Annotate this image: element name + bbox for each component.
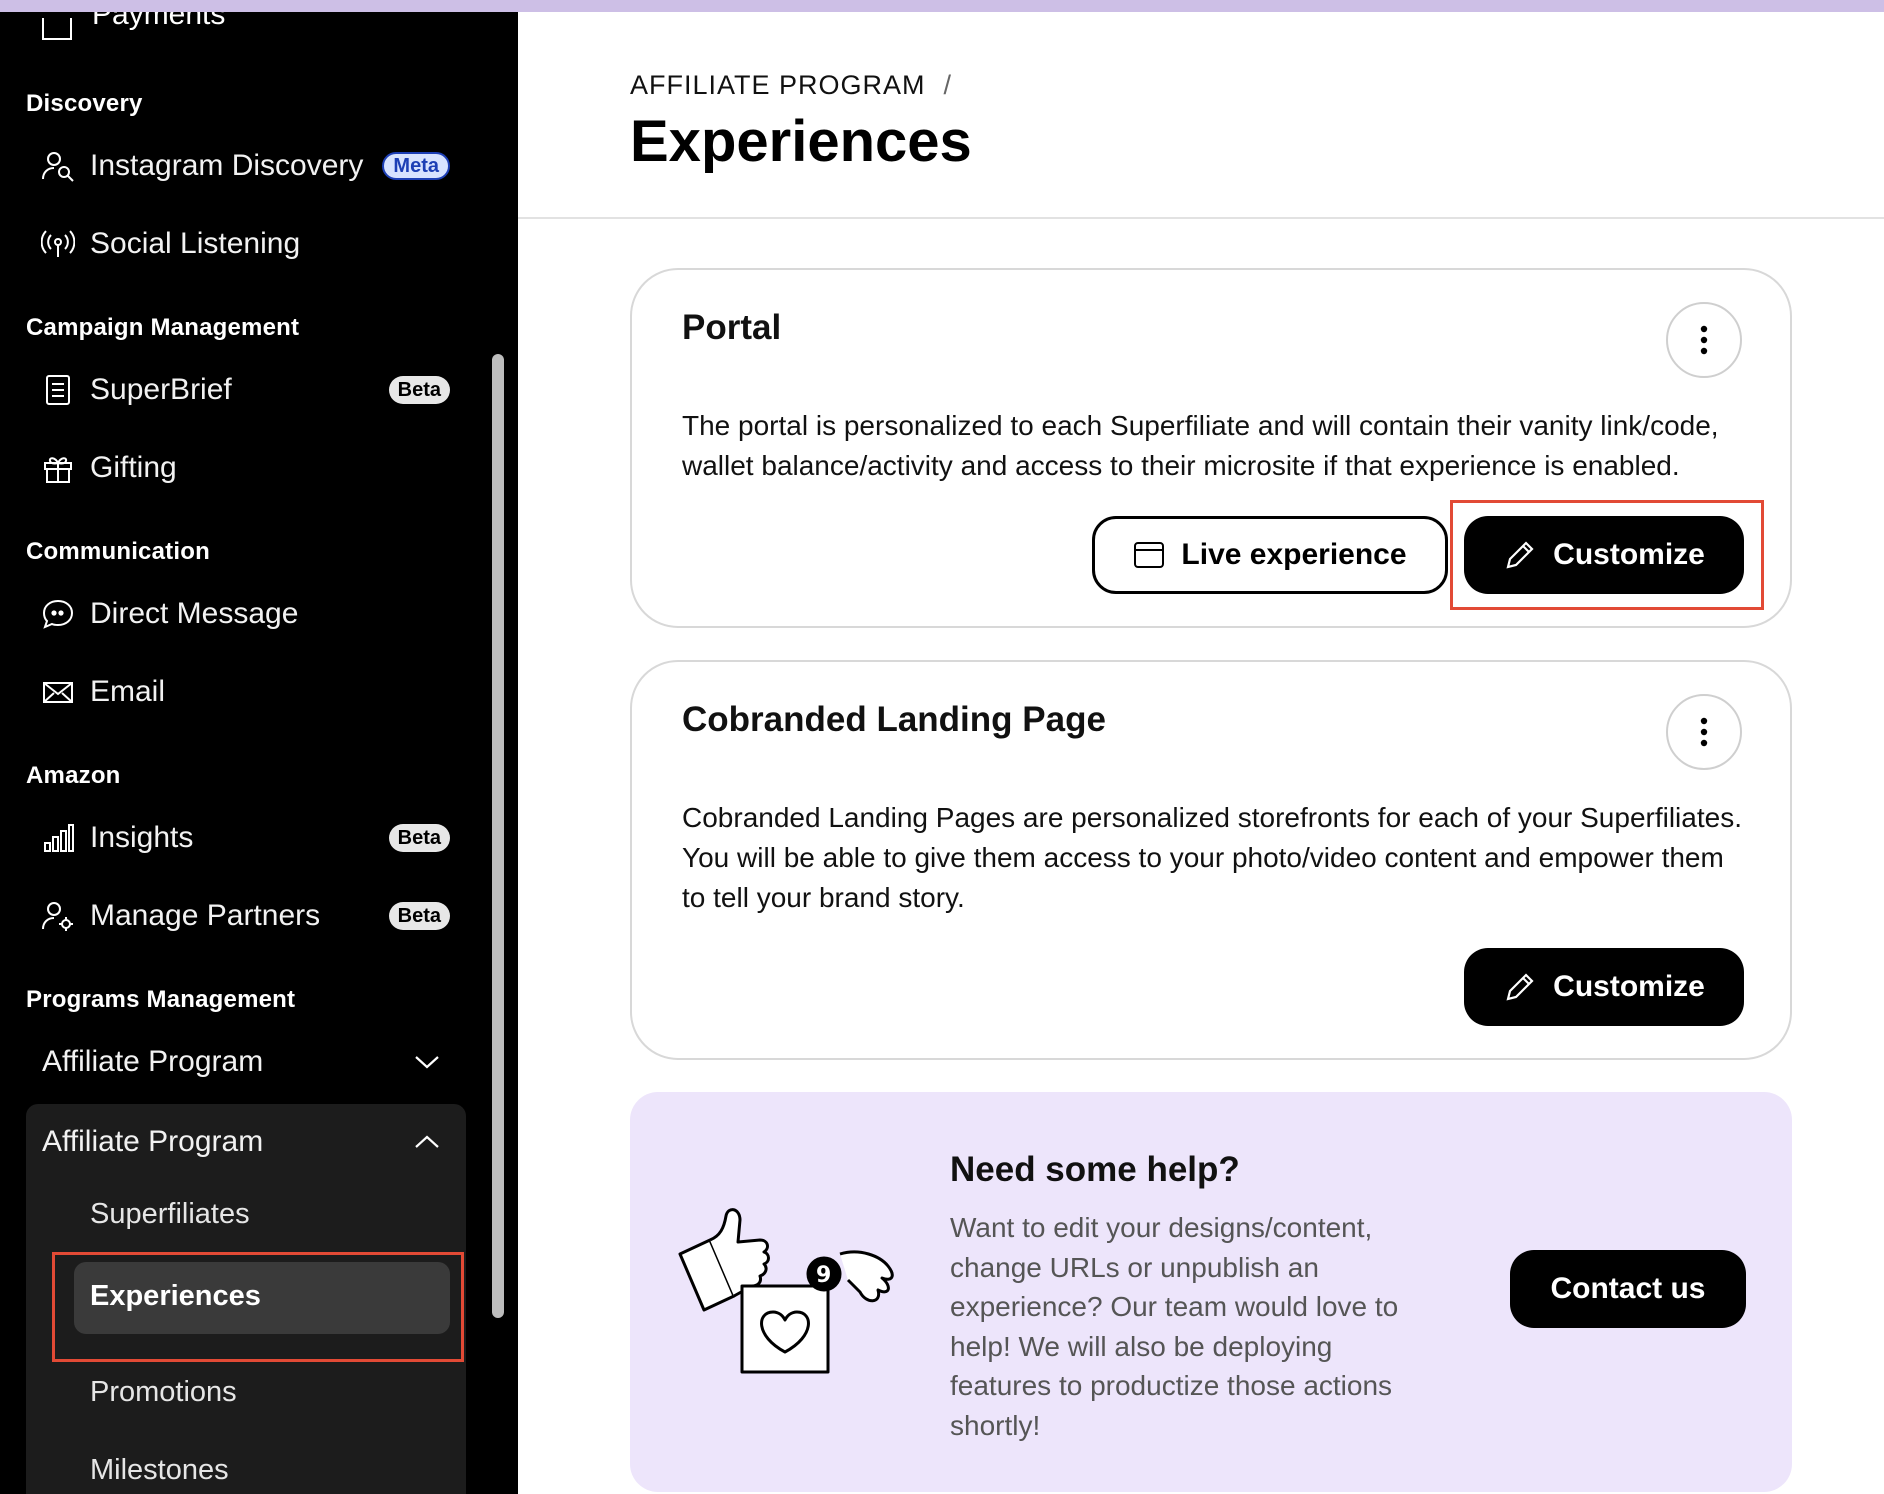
help-panel: 9 Need some help? Want to edit your desi…	[630, 1092, 1792, 1492]
browser-window-icon	[1134, 542, 1165, 568]
help-illustration-icon: 9	[678, 1208, 894, 1374]
broadcast-icon	[40, 226, 76, 262]
section-communication: Communication	[26, 538, 210, 565]
contact-us-button[interactable]: Contact us	[1510, 1250, 1746, 1328]
live-experience-button[interactable]: Live experience	[1092, 516, 1448, 594]
sidebar-item-payments[interactable]: Payments	[42, 12, 225, 40]
section-programs-management: Programs Management	[26, 986, 296, 1013]
sidebar-item-insights[interactable]: Insights Beta	[40, 814, 460, 862]
sidebar-subitem-promotions[interactable]: Promotions	[90, 1376, 237, 1409]
kebab-menu-icon	[1700, 325, 1708, 355]
header-divider	[518, 217, 1884, 219]
highlight-experiences	[52, 1252, 464, 1362]
sidebar-item-affiliate-program-collapsed[interactable]: Affiliate Program	[42, 1036, 462, 1088]
sidebar-item-manage-partners[interactable]: Manage Partners Beta	[40, 892, 460, 940]
bar-chart-icon	[40, 820, 76, 856]
chevron-down-icon	[415, 1056, 439, 1069]
breadcrumb-affiliate-program[interactable]: AFFILIATE PROGRAM	[630, 70, 926, 101]
sidebar-subitem-superfiliates[interactable]: Superfiliates	[90, 1198, 250, 1231]
sidebar-item-affiliate-program-expanded[interactable]: Affiliate Program	[42, 1116, 462, 1168]
envelope-icon	[40, 674, 76, 710]
section-campaign-management: Campaign Management	[26, 314, 300, 341]
sidebar-item-email[interactable]: Email	[40, 668, 460, 716]
svg-text:9: 9	[816, 1263, 831, 1288]
sidebar-item-superbrief[interactable]: SuperBrief Beta	[40, 366, 460, 414]
portal-card: Portal The portal is personalized to eac…	[630, 268, 1792, 628]
sidebar-item-instagram-discovery[interactable]: Instagram Discovery Meta	[40, 142, 460, 190]
breadcrumb-separator: /	[943, 70, 953, 100]
sidebar-subitem-milestones[interactable]: Milestones	[90, 1454, 229, 1487]
help-title: Need some help?	[950, 1150, 1240, 1189]
pencil-icon	[1506, 973, 1534, 1001]
landing-page-description: Cobranded Landing Pages are personalized…	[682, 802, 1742, 913]
beta-badge: Beta	[388, 824, 450, 852]
sidebar-item-direct-message[interactable]: Direct Message	[40, 590, 460, 638]
portal-more-button[interactable]	[1666, 302, 1742, 378]
sidebar-scrollbar[interactable]	[492, 354, 504, 1318]
sidebar: Payments Discovery Instagram Discovery M…	[0, 12, 518, 1494]
section-discovery: Discovery	[26, 90, 143, 117]
user-gear-icon	[40, 898, 76, 934]
breadcrumb: AFFILIATE PROGRAM /	[630, 70, 952, 101]
chevron-up-icon	[415, 1135, 439, 1148]
landing-page-title: Cobranded Landing Page	[682, 700, 1106, 739]
main-content: AFFILIATE PROGRAM / Experiences Portal T…	[518, 12, 1884, 1494]
landing-more-button[interactable]	[1666, 694, 1742, 770]
sidebar-item-gifting[interactable]: Gifting	[40, 444, 460, 492]
landing-customize-button[interactable]: Customize	[1464, 948, 1744, 1026]
gift-icon	[40, 450, 76, 486]
window-top-bar	[0, 0, 1884, 12]
help-text: Want to edit your designs/content, chang…	[950, 1212, 1399, 1441]
portal-description: The portal is personalized to each Super…	[682, 410, 1719, 481]
highlight-customize	[1450, 500, 1764, 610]
landing-page-card: Cobranded Landing Page Cobranded Landing…	[630, 660, 1792, 1060]
document-list-icon	[40, 372, 76, 408]
beta-badge: Beta	[388, 902, 450, 930]
portal-title: Portal	[682, 308, 782, 347]
payments-icon	[42, 18, 72, 40]
beta-badge: Beta	[388, 376, 450, 404]
kebab-menu-icon	[1700, 717, 1708, 747]
sidebar-item-social-listening[interactable]: Social Listening	[40, 220, 460, 268]
user-search-icon	[40, 148, 76, 184]
chat-bubble-icon	[40, 596, 76, 632]
meta-badge: Meta	[382, 152, 450, 180]
page-title: Experiences	[630, 109, 972, 174]
section-amazon: Amazon	[26, 762, 121, 789]
